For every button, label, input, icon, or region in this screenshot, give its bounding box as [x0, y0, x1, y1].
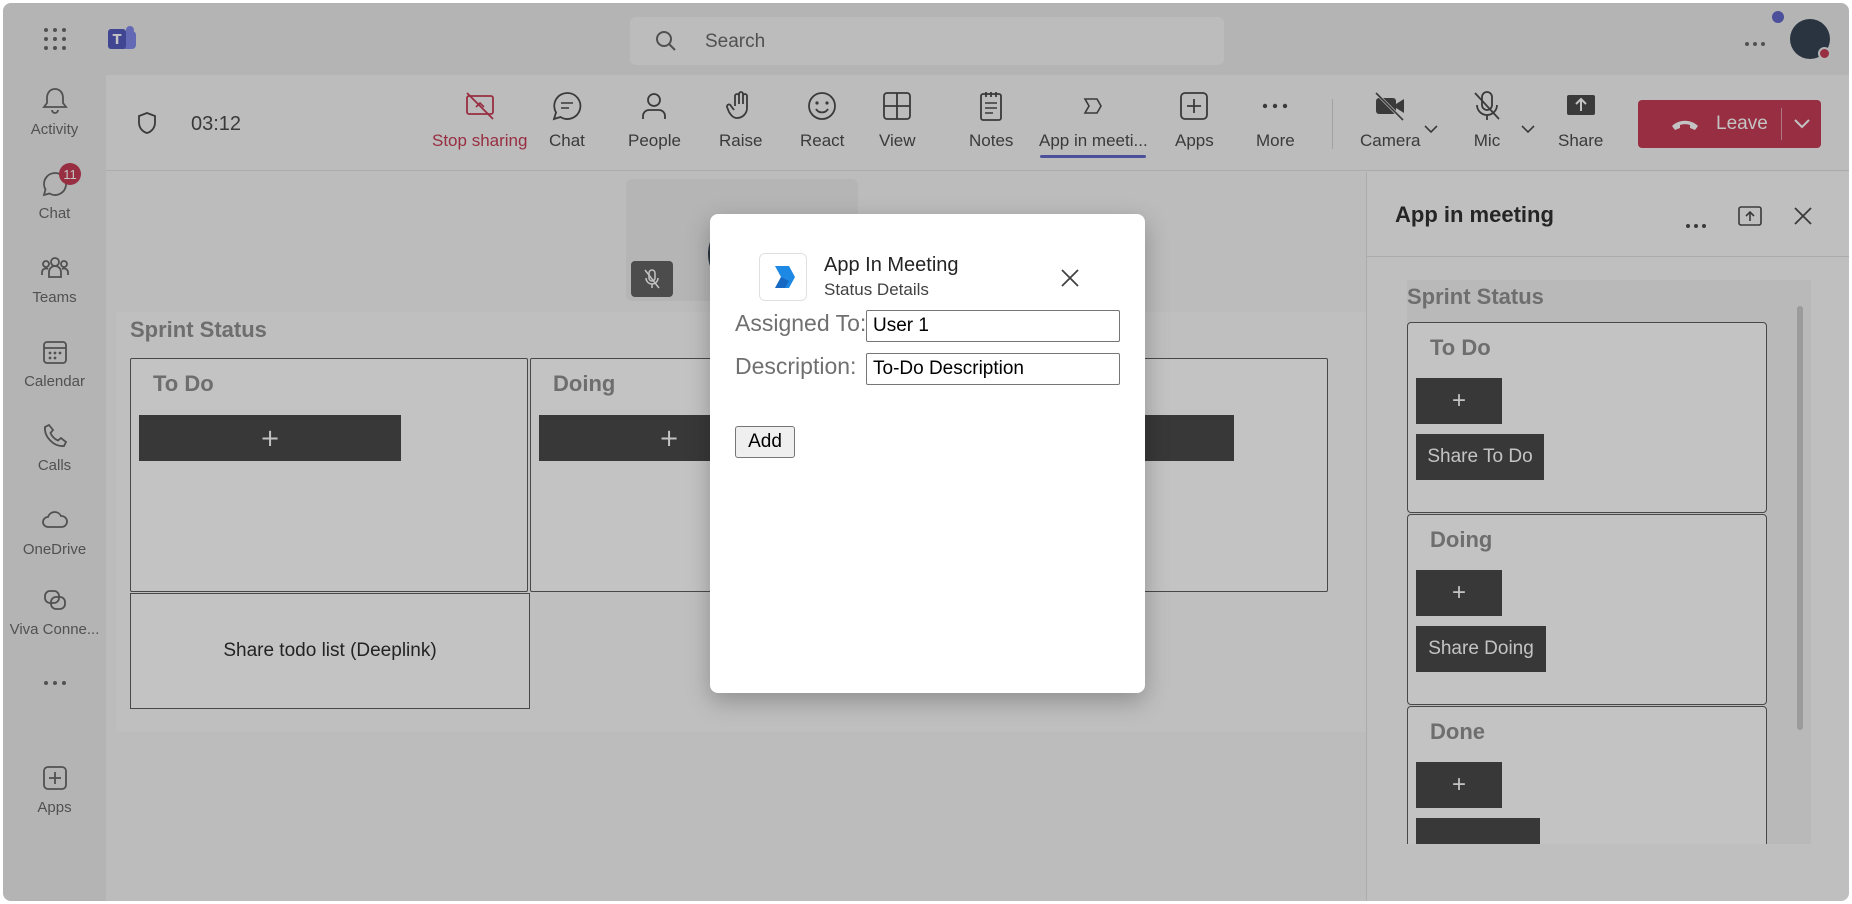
add-button[interactable]: Add [735, 426, 795, 458]
close-icon[interactable] [1056, 264, 1084, 292]
dialog-title: App In Meeting [824, 254, 959, 276]
dialog-subtitle: Status Details [824, 280, 929, 299]
app-icon [759, 253, 807, 301]
description-field[interactable]: To-Do Description [866, 353, 1120, 385]
description-label: Description: [735, 353, 857, 379]
assigned-to-label: Assigned To: [735, 310, 867, 336]
assigned-to-field[interactable]: User 1 [866, 310, 1120, 342]
status-details-dialog: App In Meeting Status Details Assigned T… [710, 214, 1145, 693]
teams-window: T Search Activity 11 Chat Teams Calendar… [3, 3, 1849, 901]
